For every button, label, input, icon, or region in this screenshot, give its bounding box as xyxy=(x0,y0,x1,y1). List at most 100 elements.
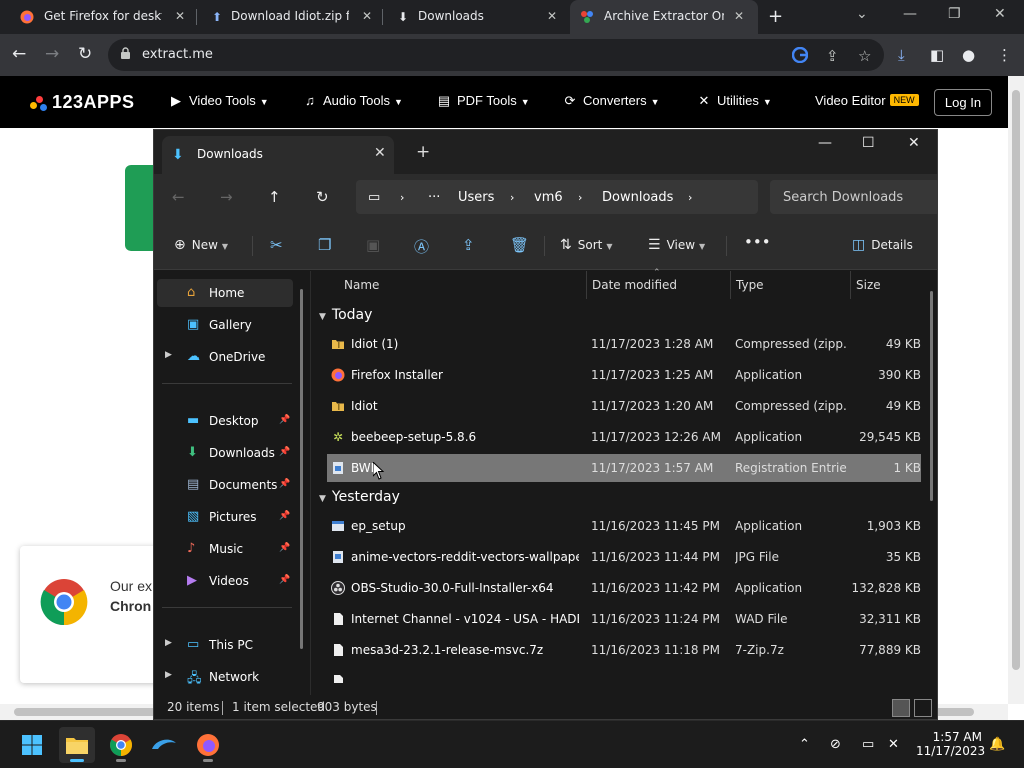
details-button[interactable]: ◫ Details xyxy=(852,237,913,253)
sidebar-item-downloads[interactable]: ⬇ Downloads 📌 xyxy=(157,439,293,467)
breadcrumb-downloads[interactable]: Downloads xyxy=(602,190,673,205)
sidebar-scrollbar[interactable] xyxy=(300,289,303,649)
browser-tab-firefox[interactable]: Get Firefox for desktop ✕ xyxy=(0,0,196,34)
file-row[interactable]: anime-vectors-reddit-vectors-wallpaper-.… xyxy=(327,543,921,571)
column-header-size[interactable]: Size xyxy=(851,271,931,299)
display-icon[interactable]: ▭ xyxy=(862,737,874,752)
notification-bell-icon[interactable]: 🔔 xyxy=(989,737,1005,752)
volume-muted-icon[interactable]: ✕ xyxy=(888,737,899,752)
sidebar-item-onedrive[interactable]: ▶ ☁ OneDrive xyxy=(157,343,293,371)
chevron-right-icon[interactable]: ▶ xyxy=(165,670,172,680)
rename-icon[interactable]: Ⓐ xyxy=(414,236,429,257)
start-button[interactable] xyxy=(14,727,50,763)
more-options-button[interactable]: ••• xyxy=(744,233,771,251)
explorer-address-bar[interactable]: ▭ › ··· Users › vm6 › Downloads › xyxy=(356,180,758,214)
close-icon[interactable]: ✕ xyxy=(175,9,185,23)
nav-audio-tools[interactable]: ♫ Audio Tools ▼ xyxy=(302,93,403,108)
pin-icon[interactable]: 📌 xyxy=(279,447,290,457)
bookmark-star-icon[interactable]: ☆ xyxy=(858,47,871,65)
explorer-new-tab-button[interactable]: + xyxy=(416,142,430,162)
chevron-right-icon[interactable]: ▶ xyxy=(165,350,172,360)
sidebar-item-gallery[interactable]: ▣ Gallery xyxy=(157,311,293,339)
delete-icon[interactable]: 🗑 xyxy=(510,236,529,254)
new-button[interactable]: ⊕ New ▼ xyxy=(174,237,228,253)
chevron-up-icon[interactable]: ⌃ xyxy=(799,737,810,752)
maximize-button[interactable]: ☐ xyxy=(862,135,875,151)
nav-video-editor[interactable]: Video Editor NEW xyxy=(815,93,919,108)
cut-icon[interactable]: ✂ xyxy=(270,236,283,254)
side-panel-icon[interactable]: ◧ xyxy=(930,46,944,64)
group-header-yesterday[interactable]: ▼ Yesterday xyxy=(319,489,400,505)
pin-icon[interactable]: 📌 xyxy=(279,575,290,585)
back-button[interactable]: ← xyxy=(12,44,26,64)
column-header-date-modified[interactable]: Date modified ⌃ xyxy=(587,268,731,299)
minimize-button[interactable]: — xyxy=(818,135,832,151)
file-row[interactable]: Idiot 11/17/2023 1:20 AM Compressed (zip… xyxy=(327,392,921,420)
profile-icon[interactable]: ● xyxy=(962,46,975,64)
group-header-today[interactable]: ▼ Today xyxy=(319,307,372,323)
sidebar-item-desktop[interactable]: ▬ Desktop 📌 xyxy=(157,407,293,435)
menu-icon[interactable]: ⋮ xyxy=(997,46,1012,64)
file-row[interactable]: Firefox Installer 11/17/2023 1:25 AM App… xyxy=(327,361,921,389)
taskbar-chrome[interactable] xyxy=(103,727,139,763)
more-locations-icon[interactable]: ··· xyxy=(428,190,440,205)
taskbar-file-explorer[interactable] xyxy=(59,727,95,763)
explorer-tab-downloads[interactable]: ⬇ Downloads ✕ xyxy=(162,136,394,174)
downloads-icon[interactable]: ⤓ xyxy=(898,46,905,64)
restore-button[interactable]: ❐ xyxy=(948,6,961,22)
close-window-button[interactable]: ✕ xyxy=(994,6,1006,22)
reload-button[interactable]: ↻ xyxy=(78,44,92,64)
pin-icon[interactable]: 📌 xyxy=(279,511,290,521)
close-icon[interactable]: ✕ xyxy=(374,145,386,161)
nav-video-tools[interactable]: ▶ Video Tools ▼ xyxy=(168,93,269,109)
taskbar-clock[interactable]: 1:57 AM 11/17/2023 xyxy=(916,730,985,758)
browser-tab-idiot-download[interactable]: ⬆ Download Idiot.zip fro ✕ xyxy=(190,0,382,34)
refresh-button[interactable]: ↻ xyxy=(316,188,329,206)
file-row-partial[interactable] xyxy=(327,667,921,683)
share-icon[interactable]: ⇪ xyxy=(826,47,839,65)
sidebar-item-this-pc[interactable]: ▶ ▭ This PC xyxy=(157,631,293,659)
nav-utilities[interactable]: ✕ Utilities ▼ xyxy=(696,93,772,109)
chevron-right-icon[interactable]: ▶ xyxy=(165,638,172,648)
close-icon[interactable]: ✕ xyxy=(362,9,372,23)
details-view-button[interactable] xyxy=(892,699,910,717)
file-row[interactable]: Internet Channel - v1024 - USA - HADE.w.… xyxy=(327,605,921,633)
column-header-type[interactable]: Type xyxy=(731,271,851,299)
browser-tab-downloads[interactable]: ⬇ Downloads ✕ xyxy=(376,0,568,34)
taskbar-firefox[interactable] xyxy=(190,727,226,763)
breadcrumb-vm6[interactable]: vm6 xyxy=(534,190,563,205)
pin-icon[interactable]: 📌 xyxy=(279,415,290,425)
close-window-button[interactable]: ✕ xyxy=(908,135,920,151)
search-input[interactable]: Search Downloads xyxy=(770,180,937,214)
nav-converters[interactable]: ⟳ Converters ▼ xyxy=(562,93,660,109)
pin-icon[interactable]: 📌 xyxy=(279,543,290,553)
file-row[interactable]: mesa3d-23.2.1-release-msvc.7z 11/16/2023… xyxy=(327,636,921,664)
paste-icon[interactable]: ▣ xyxy=(366,236,380,254)
file-row[interactable]: ✲ beebeep-setup-5.8.6 11/17/2023 12:26 A… xyxy=(327,423,921,451)
file-row[interactable]: OBS-Studio-30.0-Full-Installer-x64 11/16… xyxy=(327,574,921,602)
file-list-scrollbar[interactable] xyxy=(930,291,933,501)
sidebar-item-videos[interactable]: ▶ Videos 📌 xyxy=(157,567,293,595)
google-icon[interactable] xyxy=(791,46,809,67)
login-button[interactable]: Log In xyxy=(934,89,992,116)
chevron-down-icon[interactable]: ⌄ xyxy=(856,6,868,22)
tiles-view-button[interactable] xyxy=(914,699,932,717)
minimize-button[interactable]: — xyxy=(903,6,917,22)
file-row[interactable]: ep_setup 11/16/2023 11:45 PM Application… xyxy=(327,512,921,540)
chrome-promo-card[interactable]: Our ex Chron xyxy=(20,546,165,683)
site-logo[interactable]: 123APPS xyxy=(30,92,135,113)
column-header-name[interactable]: Name xyxy=(311,271,587,299)
copy-icon[interactable]: ❐ xyxy=(318,236,331,254)
forward-button[interactable]: → xyxy=(220,188,233,206)
address-bar[interactable]: extract.me ⇪ ☆ xyxy=(108,39,884,71)
sidebar-item-documents[interactable]: ▤ Documents 📌 xyxy=(157,471,293,499)
breadcrumb-users[interactable]: Users xyxy=(458,190,494,205)
network-disconnected-icon[interactable]: ⊘ xyxy=(830,737,841,752)
up-button[interactable]: ↑ xyxy=(268,188,281,206)
forward-button[interactable]: → xyxy=(45,44,59,64)
close-icon[interactable]: ✕ xyxy=(547,9,557,23)
taskbar-dolphin-emulator[interactable] xyxy=(146,727,182,763)
sidebar-item-music[interactable]: ♪ Music 📌 xyxy=(157,535,293,563)
sort-button[interactable]: ⇅ Sort ▼ xyxy=(560,237,613,253)
browser-tab-archive-extractor[interactable]: Archive Extractor Onli ✕ xyxy=(570,0,758,34)
